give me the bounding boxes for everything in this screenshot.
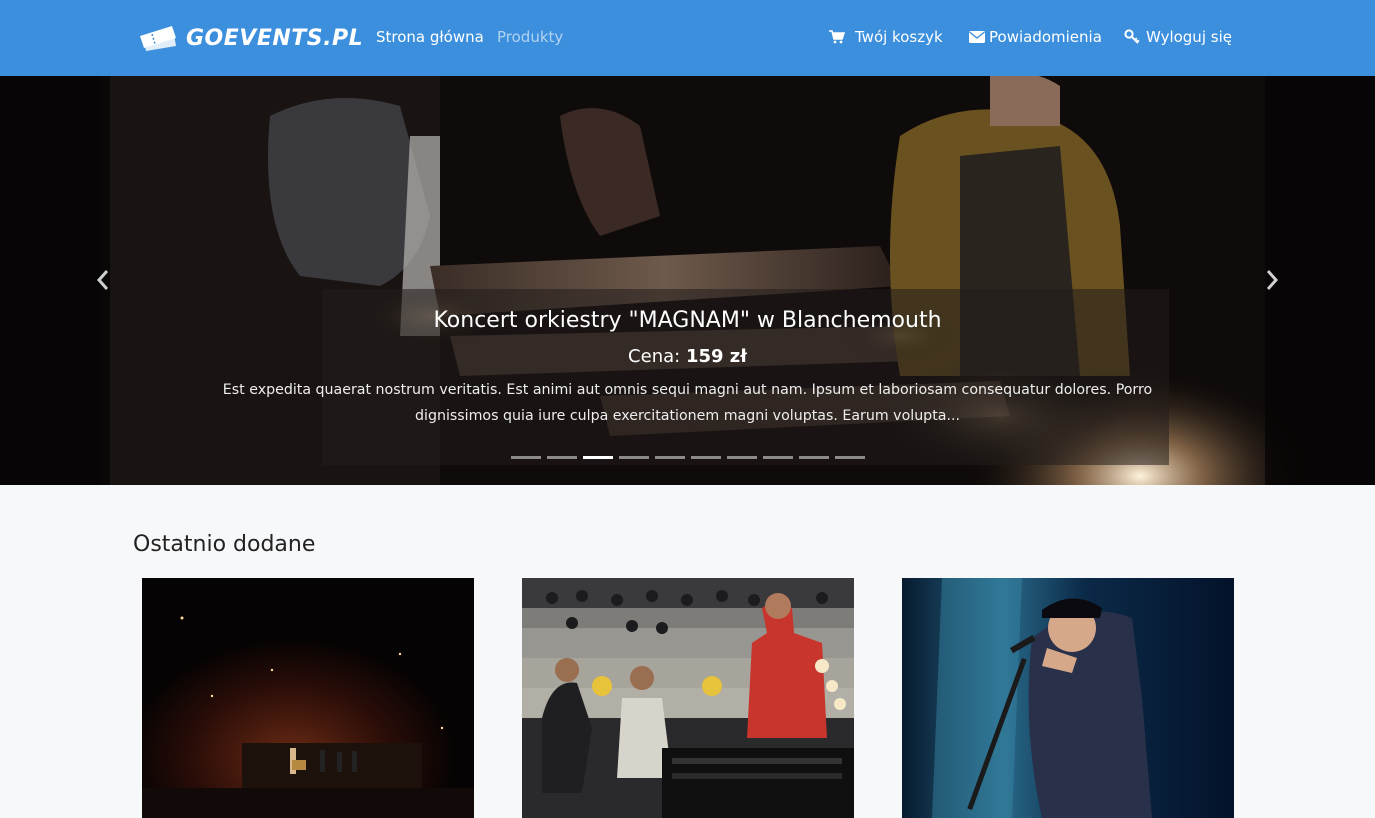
carousel-indicator[interactable] bbox=[727, 456, 757, 459]
key-icon bbox=[1124, 29, 1140, 44]
carousel-indicator[interactable] bbox=[583, 456, 613, 459]
brand-logo[interactable]: GOEVENTS.PL bbox=[138, 22, 363, 54]
carousel-prev-icon[interactable] bbox=[91, 268, 115, 292]
carousel-indicator[interactable] bbox=[547, 456, 577, 459]
carousel-next-icon[interactable] bbox=[1260, 268, 1284, 292]
event-card[interactable] bbox=[142, 578, 474, 818]
section-title-recent: Ostatnio dodane bbox=[133, 532, 316, 557]
carousel-indicator[interactable] bbox=[835, 456, 865, 459]
carousel-title[interactable]: Koncert orkiestry "MAGNAM" w Blanchemout… bbox=[0, 308, 1375, 333]
nav-logout-label: Wyloguj się bbox=[1146, 28, 1232, 46]
event-card[interactable] bbox=[522, 578, 854, 818]
brand-name: GOEVENTS.PL bbox=[186, 25, 364, 51]
carousel-indicator[interactable] bbox=[691, 456, 721, 459]
nav-link-products[interactable]: Produkty bbox=[497, 28, 563, 46]
hero-carousel[interactable]: Koncert orkiestry "MAGNAM" w Blanchemout… bbox=[0, 76, 1375, 485]
ticket-logo-icon bbox=[140, 26, 176, 51]
navbar: GOEVENTS.PL Strona główna Produkty Twój … bbox=[0, 0, 1375, 76]
price-label: Cena: bbox=[628, 346, 681, 367]
carousel-indicator[interactable] bbox=[655, 456, 685, 459]
carousel-indicator[interactable] bbox=[799, 456, 829, 459]
carousel-indicator[interactable] bbox=[763, 456, 793, 459]
singer-microphone-photo bbox=[902, 578, 1234, 818]
carousel-description: Est expedita quaerat nostrum veritatis. … bbox=[222, 382, 1153, 424]
carousel-indicator[interactable] bbox=[619, 456, 649, 459]
carousel-indicators bbox=[511, 456, 865, 459]
price-value: 159 zł bbox=[685, 346, 747, 367]
nav-notifications-label: Powiadomienia bbox=[989, 28, 1102, 46]
concert-stage-photo bbox=[142, 578, 474, 818]
envelope-icon bbox=[969, 31, 985, 43]
carousel-indicator[interactable] bbox=[511, 456, 541, 459]
nav-link-home[interactable]: Strona główna bbox=[376, 28, 484, 46]
event-card[interactable] bbox=[902, 578, 1234, 818]
nav-cart-label: Twój koszyk bbox=[855, 28, 943, 46]
nav-cart[interactable]: Twój koszyk bbox=[829, 28, 943, 46]
cart-icon bbox=[829, 30, 845, 44]
sound-crew-photo bbox=[522, 578, 854, 818]
carousel-price: Cena: 159 zł bbox=[0, 346, 1375, 367]
nav-logout[interactable]: Wyloguj się bbox=[1124, 28, 1232, 46]
nav-notifications[interactable]: Powiadomienia bbox=[969, 28, 1102, 46]
